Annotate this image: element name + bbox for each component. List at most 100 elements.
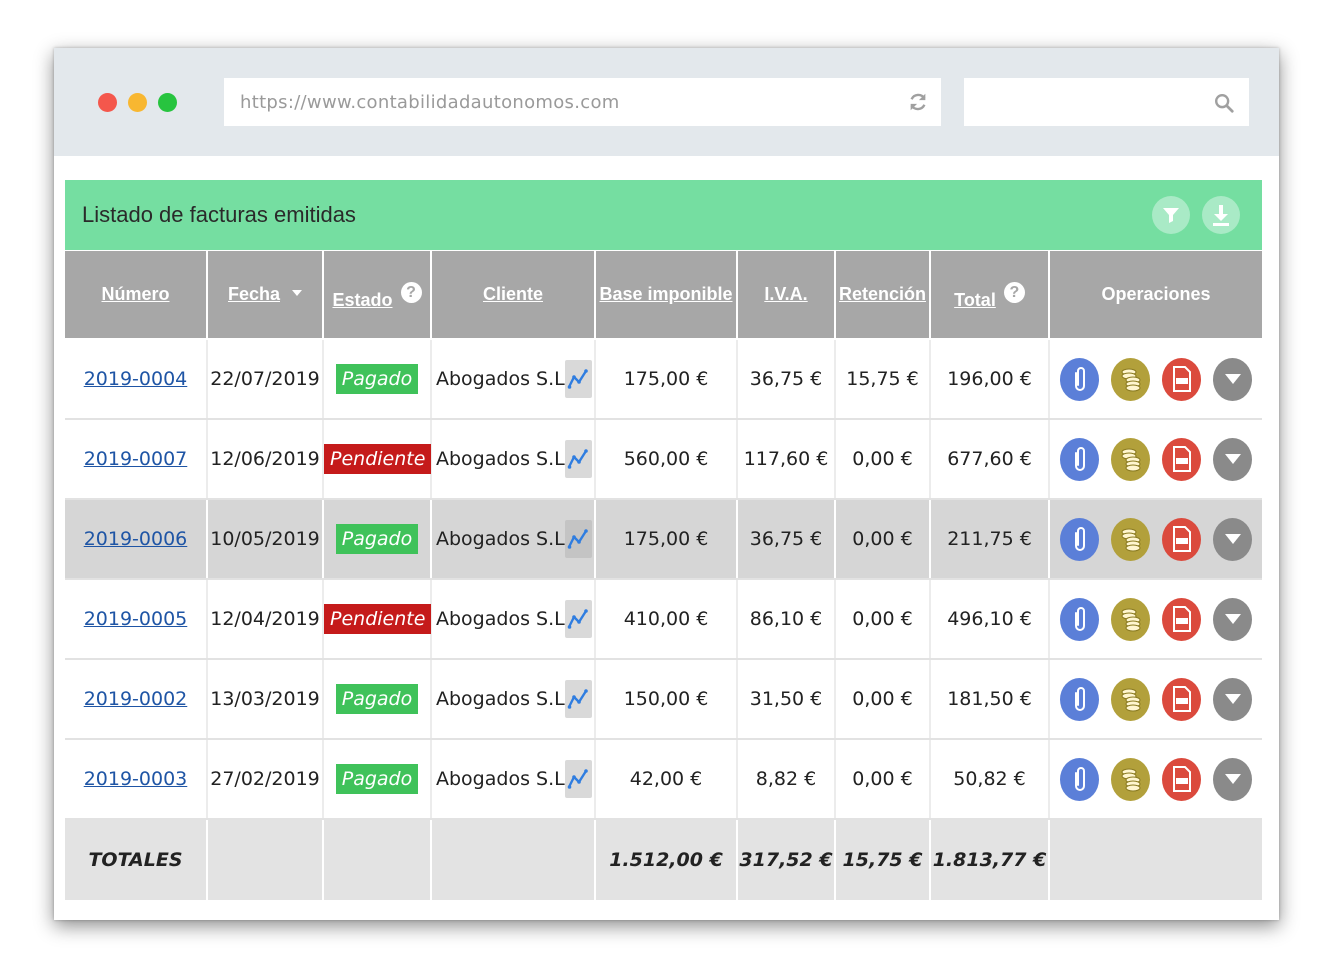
address-bar[interactable] [224, 78, 941, 126]
url-input[interactable] [240, 78, 880, 126]
browser-search-input[interactable] [964, 78, 1208, 126]
invoice-number-link[interactable]: 2019-0002 [84, 688, 188, 710]
coins-icon [1121, 688, 1140, 712]
pdf-button[interactable] [1162, 437, 1201, 481]
pdf-button[interactable] [1162, 597, 1201, 641]
invoice-number-link[interactable]: 2019-0004 [84, 368, 188, 390]
invoice-number-link[interactable]: 2019-0005 [84, 608, 188, 630]
column-fecha-label[interactable]: Fecha [228, 284, 280, 304]
column-cliente[interactable]: Cliente [431, 251, 596, 340]
column-base-label[interactable]: Base imponible [599, 284, 732, 304]
attach-button[interactable] [1060, 437, 1099, 481]
invoice-number-link[interactable]: 2019-0006 [84, 528, 188, 550]
column-iva-label[interactable]: I.V.A. [764, 284, 807, 304]
invoice-number-link[interactable]: 2019-0007 [84, 448, 188, 470]
client-name: Abogados S.L [436, 528, 565, 550]
coins-icon [1121, 448, 1140, 472]
total-amount: 211,75 € [930, 499, 1050, 580]
client-stats-button[interactable] [564, 600, 592, 638]
column-numero-label[interactable]: Número [101, 284, 169, 304]
sort-desc-icon[interactable] [292, 290, 303, 296]
status-cell: Pagado [323, 659, 432, 740]
pdf-icon [1172, 446, 1191, 472]
paperclip-icon [1074, 687, 1085, 711]
client-stats-button[interactable] [564, 520, 592, 558]
status-badge: Pendiente [324, 604, 432, 634]
column-retencion[interactable]: Retención [835, 251, 931, 340]
column-retencion-label[interactable]: Retención [839, 284, 926, 304]
iva-amount: 86,10 € [737, 579, 836, 660]
minimize-window-button[interactable] [128, 93, 147, 112]
attach-button[interactable] [1060, 517, 1099, 561]
payments-button[interactable] [1111, 437, 1150, 481]
iva-amount: 36,75 € [737, 499, 836, 580]
status-badge: Pagado [335, 764, 419, 794]
total-amount: 50,82 € [930, 739, 1050, 820]
column-fecha[interactable]: Fecha [207, 251, 324, 340]
pdf-button[interactable] [1162, 677, 1201, 721]
more-options-button[interactable] [1213, 677, 1252, 721]
payments-button[interactable] [1111, 517, 1150, 561]
attach-button[interactable] [1060, 757, 1099, 801]
reload-icon[interactable] [907, 91, 929, 113]
more-options-button[interactable] [1213, 357, 1252, 401]
payments-button[interactable] [1111, 677, 1150, 721]
column-cliente-label[interactable]: Cliente [483, 284, 543, 304]
help-icon[interactable]: ? [400, 281, 422, 303]
filter-button[interactable] [1152, 196, 1190, 234]
browser-window: Listado de facturas emitidas Número Fech… [54, 48, 1279, 920]
column-total[interactable]: Total? [930, 251, 1050, 340]
base-imponible: 42,00 € [595, 739, 738, 820]
retencion-amount: 0,00 € [835, 579, 931, 660]
column-iva[interactable]: I.V.A. [737, 251, 836, 340]
paperclip-icon [1074, 367, 1085, 391]
invoice-date: 12/06/2019 [207, 419, 324, 500]
filter-icon [1163, 208, 1179, 223]
pdf-button[interactable] [1162, 757, 1201, 801]
close-window-button[interactable] [98, 93, 117, 112]
search-icon[interactable] [1213, 92, 1235, 114]
column-operaciones-label: Operaciones [1101, 284, 1211, 304]
column-base[interactable]: Base imponible [595, 251, 738, 340]
client-stats-button[interactable] [564, 760, 592, 798]
column-numero[interactable]: Número [65, 251, 208, 340]
maximize-window-button[interactable] [158, 93, 177, 112]
invoice-number-link[interactable]: 2019-0003 [84, 768, 188, 790]
download-button[interactable] [1202, 196, 1240, 234]
pdf-button[interactable] [1162, 517, 1201, 561]
more-options-button[interactable] [1213, 757, 1252, 801]
column-operaciones: Operaciones [1049, 251, 1262, 340]
status-badge: Pagado [335, 684, 419, 714]
attach-button[interactable] [1060, 357, 1099, 401]
chart-line-icon [568, 609, 589, 629]
help-icon[interactable]: ? [1003, 281, 1025, 303]
more-options-button[interactable] [1213, 597, 1252, 641]
invoice-number-cell: 2019-0007 [65, 419, 208, 500]
total-amount: 196,00 € [930, 339, 1050, 420]
totals-iva: 317,52 € [737, 819, 836, 900]
client-stats-button[interactable] [564, 680, 592, 718]
column-estado-label[interactable]: Estado [332, 290, 392, 310]
payments-button[interactable] [1111, 757, 1150, 801]
invoice-list-header: Listado de facturas emitidas [65, 180, 1262, 250]
status-cell: Pagado [323, 739, 432, 820]
attach-button[interactable] [1060, 597, 1099, 641]
pdf-button[interactable] [1162, 357, 1201, 401]
operations-cell [1049, 419, 1262, 500]
invoice-number-cell: 2019-0002 [65, 659, 208, 740]
column-estado[interactable]: Estado? [323, 251, 432, 340]
more-options-button[interactable] [1213, 437, 1252, 481]
client-stats-button[interactable] [564, 360, 592, 398]
paperclip-icon [1074, 607, 1085, 631]
pdf-icon [1172, 766, 1191, 792]
column-total-label[interactable]: Total [954, 290, 996, 310]
status-cell: Pendiente [323, 419, 432, 500]
attach-button[interactable] [1060, 677, 1099, 721]
more-options-button[interactable] [1213, 517, 1252, 561]
browser-search-bar[interactable] [964, 78, 1249, 126]
payments-button[interactable] [1111, 597, 1150, 641]
iva-amount: 117,60 € [737, 419, 836, 500]
client-stats-button[interactable] [564, 440, 592, 478]
payments-button[interactable] [1111, 357, 1150, 401]
totals-label: TOTALES [65, 819, 208, 900]
